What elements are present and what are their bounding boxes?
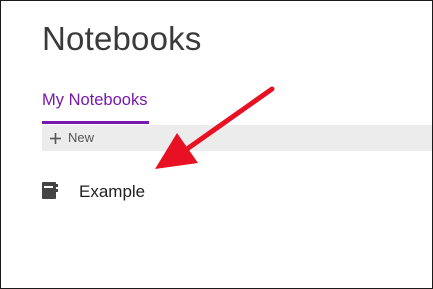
tab-my-notebooks[interactable]: My Notebooks	[42, 87, 150, 125]
onenote-notebooks-panel: Notebooks My Notebooks New Example	[0, 0, 433, 289]
notebook-toolbar: New	[42, 125, 432, 151]
notebook-item-example[interactable]: Example	[42, 177, 145, 207]
notebook-icon	[42, 181, 58, 199]
new-notebook-button[interactable]: New	[42, 125, 100, 151]
tab-bar: My Notebooks	[42, 87, 150, 125]
notebook-label: Example	[79, 182, 146, 201]
page-title: Notebooks	[42, 20, 202, 57]
tab-label: My Notebooks	[42, 91, 148, 109]
new-button-label: New	[68, 130, 95, 145]
plus-icon	[50, 132, 61, 144]
tab-selected-underline	[42, 121, 150, 124]
